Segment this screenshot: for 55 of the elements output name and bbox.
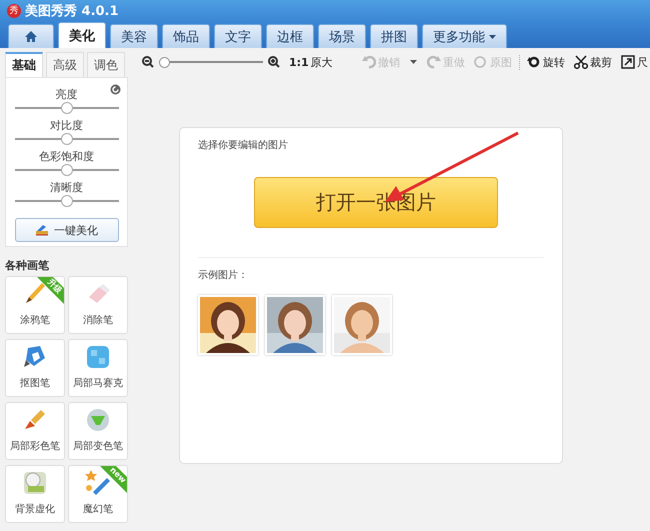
sample-thumbnail[interactable] <box>265 295 325 355</box>
sample-thumbnail[interactable] <box>332 295 392 355</box>
reset-icon[interactable] <box>110 84 121 95</box>
magic-wand-icon <box>35 224 49 236</box>
dropdown-button[interactable] <box>407 60 420 64</box>
tab[interactable]: 美容 <box>110 24 158 48</box>
tab[interactable]: 边框 <box>266 24 314 48</box>
panel-tab[interactable]: 高级 <box>46 52 84 77</box>
brush-tool[interactable]: 局部彩色笔 <box>5 402 65 460</box>
brush-tool[interactable]: 局部马赛克 <box>68 339 128 397</box>
panel-tab[interactable]: 基础 <box>5 52 43 77</box>
scissors-icon <box>574 55 588 69</box>
undo-icon <box>362 55 376 69</box>
app-logo: 秀 <box>7 4 21 18</box>
zoom-in-icon[interactable] <box>268 56 280 68</box>
brush-tool[interactable]: 消除笔 <box>68 276 128 334</box>
slider-label: 色彩饱和度 <box>39 149 94 163</box>
zoom-slider-thumb[interactable] <box>159 56 170 68</box>
circle-icon <box>474 55 488 69</box>
tab[interactable]: 拼图 <box>370 24 418 48</box>
brush-tool[interactable]: 抠图笔 <box>5 339 65 397</box>
slider-label: 清晰度 <box>50 180 83 194</box>
caret-icon <box>489 34 496 38</box>
sample-thumbnail[interactable] <box>198 295 258 355</box>
samples-label: 示例图片： <box>198 268 249 282</box>
tab[interactable]: 文字 <box>214 24 262 48</box>
brush-tool[interactable]: 背景虚化 <box>5 465 65 523</box>
tab[interactable]: 更多功能 <box>422 24 507 48</box>
section-title: 各种画笔 <box>5 258 50 273</box>
slider-label: 对比度 <box>50 118 83 132</box>
redo-icon <box>427 55 441 69</box>
slider-label: 亮度 <box>56 87 78 101</box>
rotate-icon <box>527 55 541 69</box>
slider-thumb[interactable] <box>60 164 72 176</box>
panel-tab[interactable]: 调色 <box>87 52 125 77</box>
brush-tool[interactable]: 局部变色笔 <box>68 402 128 460</box>
window-title: 美图秀秀 4.0.1 <box>25 2 119 20</box>
toolbar-button[interactable]: 尺 <box>619 54 650 70</box>
tab[interactable]: 饰品 <box>162 24 210 48</box>
brush-tool[interactable]: 涂鸦笔 升级 <box>5 276 65 334</box>
prompt-text: 选择你要编辑的图片 <box>198 138 289 152</box>
toolbar-button[interactable]: 旋转 <box>525 54 567 70</box>
zoom-out-icon[interactable] <box>142 56 154 68</box>
home-tab[interactable] <box>8 24 54 48</box>
slider-thumb[interactable] <box>60 102 72 114</box>
auto-enhance-button[interactable]: 一键美化 <box>14 218 118 242</box>
slider-thumb[interactable] <box>60 133 72 145</box>
caret-icon <box>410 60 417 64</box>
slider-thumb[interactable] <box>60 195 72 207</box>
actual-size-button[interactable]: 1:1 原大 <box>287 54 335 70</box>
tab[interactable]: 场景 <box>318 24 366 48</box>
toolbar-button[interactable]: 裁剪 <box>572 54 614 70</box>
tab[interactable]: 美化 <box>58 22 106 48</box>
frame-icon <box>621 55 635 69</box>
home-icon <box>24 30 38 43</box>
